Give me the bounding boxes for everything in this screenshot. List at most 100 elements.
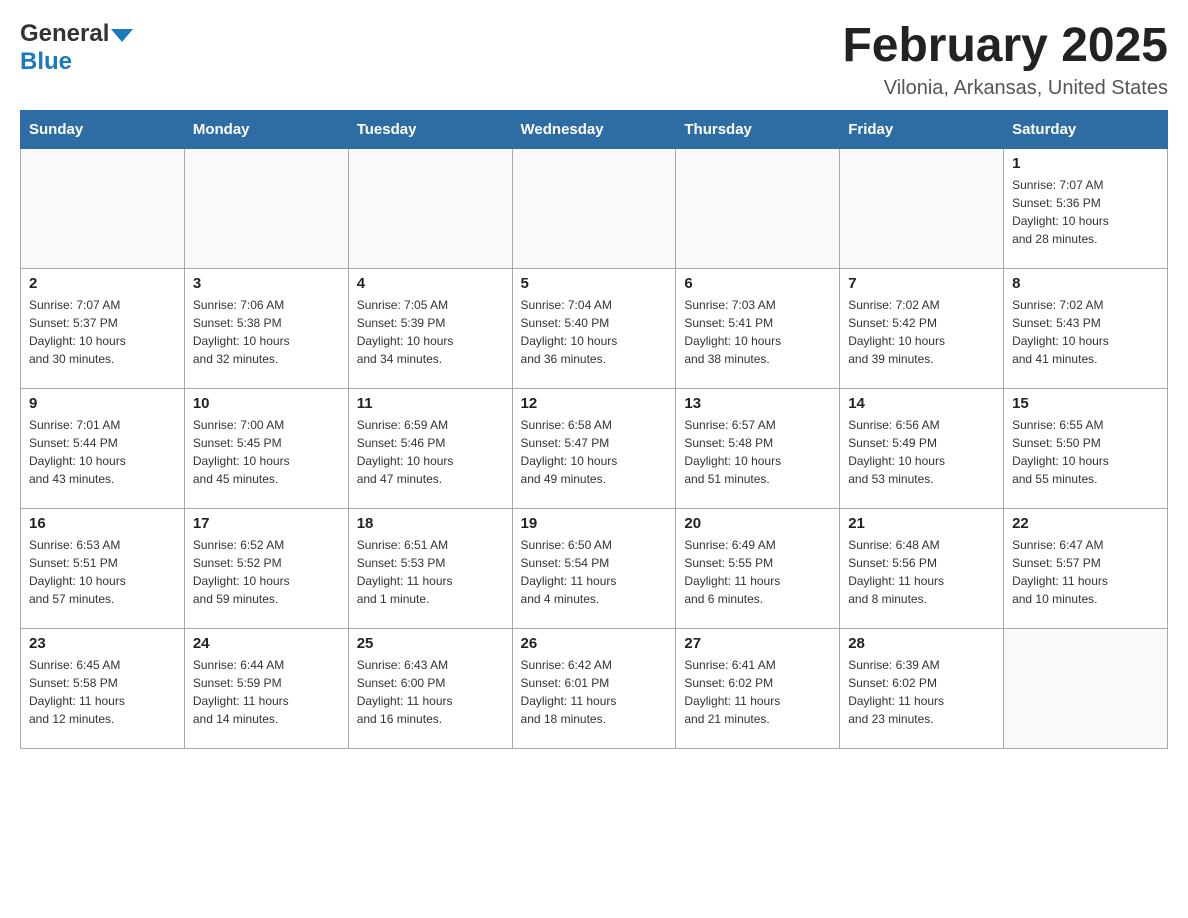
calendar-week-row: 16 Sunrise: 6:53 AMSunset: 5:51 PMDayligh… (21, 508, 1168, 628)
calendar-header-sunday: Sunday (21, 110, 185, 148)
calendar-cell: 7 Sunrise: 7:02 AMSunset: 5:42 PMDaylight… (840, 268, 1004, 388)
day-info: Sunrise: 6:45 AMSunset: 5:58 PMDaylight:… (29, 656, 176, 728)
day-info: Sunrise: 7:07 AMSunset: 5:36 PMDaylight:… (1012, 176, 1159, 248)
logo-general-text: General (20, 20, 109, 48)
day-info: Sunrise: 7:03 AMSunset: 5:41 PMDaylight:… (684, 296, 831, 368)
day-number: 3 (193, 275, 340, 292)
day-number: 15 (1012, 395, 1159, 412)
day-number: 8 (1012, 275, 1159, 292)
day-number: 7 (848, 275, 995, 292)
logo-triangle-icon (111, 29, 133, 42)
calendar-cell: 26 Sunrise: 6:42 AMSunset: 6:01 PMDayligh… (512, 628, 676, 748)
day-number: 5 (521, 275, 668, 292)
day-info: Sunrise: 6:43 AMSunset: 6:00 PMDaylight:… (357, 656, 504, 728)
day-info: Sunrise: 7:07 AMSunset: 5:37 PMDaylight:… (29, 296, 176, 368)
calendar-cell: 23 Sunrise: 6:45 AMSunset: 5:58 PMDayligh… (21, 628, 185, 748)
day-info: Sunrise: 6:44 AMSunset: 5:59 PMDaylight:… (193, 656, 340, 728)
day-number: 24 (193, 635, 340, 652)
calendar-cell: 10 Sunrise: 7:00 AMSunset: 5:45 PMDayligh… (184, 388, 348, 508)
calendar-header-wednesday: Wednesday (512, 110, 676, 148)
calendar-header-saturday: Saturday (1004, 110, 1168, 148)
calendar-cell: 8 Sunrise: 7:02 AMSunset: 5:43 PMDaylight… (1004, 268, 1168, 388)
day-number: 2 (29, 275, 176, 292)
calendar-week-row: 1 Sunrise: 7:07 AMSunset: 5:36 PMDaylight… (21, 148, 1168, 268)
day-number: 27 (684, 635, 831, 652)
day-number: 20 (684, 515, 831, 532)
day-number: 1 (1012, 155, 1159, 172)
day-info: Sunrise: 6:49 AMSunset: 5:55 PMDaylight:… (684, 536, 831, 608)
day-number: 6 (684, 275, 831, 292)
logo-blue-text: Blue (20, 48, 72, 75)
day-number: 14 (848, 395, 995, 412)
day-info: Sunrise: 7:05 AMSunset: 5:39 PMDaylight:… (357, 296, 504, 368)
day-number: 11 (357, 395, 504, 412)
day-info: Sunrise: 7:00 AMSunset: 5:45 PMDaylight:… (193, 416, 340, 488)
day-number: 18 (357, 515, 504, 532)
day-info: Sunrise: 6:51 AMSunset: 5:53 PMDaylight:… (357, 536, 504, 608)
day-number: 19 (521, 515, 668, 532)
main-title: February 2025 (842, 20, 1168, 73)
calendar-table: SundayMondayTuesdayWednesdayThursdayFrid… (20, 110, 1168, 749)
day-info: Sunrise: 6:41 AMSunset: 6:02 PMDaylight:… (684, 656, 831, 728)
calendar-week-row: 23 Sunrise: 6:45 AMSunset: 5:58 PMDayligh… (21, 628, 1168, 748)
calendar-cell: 3 Sunrise: 7:06 AMSunset: 5:38 PMDaylight… (184, 268, 348, 388)
day-info: Sunrise: 6:56 AMSunset: 5:49 PMDaylight:… (848, 416, 995, 488)
day-number: 26 (521, 635, 668, 652)
day-info: Sunrise: 6:47 AMSunset: 5:57 PMDaylight:… (1012, 536, 1159, 608)
logo: General Blue (20, 20, 133, 76)
calendar-cell: 2 Sunrise: 7:07 AMSunset: 5:37 PMDaylight… (21, 268, 185, 388)
day-info: Sunrise: 6:52 AMSunset: 5:52 PMDaylight:… (193, 536, 340, 608)
calendar-cell: 25 Sunrise: 6:43 AMSunset: 6:00 PMDayligh… (348, 628, 512, 748)
day-info: Sunrise: 6:57 AMSunset: 5:48 PMDaylight:… (684, 416, 831, 488)
calendar-cell (1004, 628, 1168, 748)
day-number: 10 (193, 395, 340, 412)
calendar-header-row: SundayMondayTuesdayWednesdayThursdayFrid… (21, 110, 1168, 148)
day-number: 23 (29, 635, 176, 652)
day-info: Sunrise: 7:06 AMSunset: 5:38 PMDaylight:… (193, 296, 340, 368)
page-header: General Blue February 2025 Vilonia, Arka… (20, 20, 1168, 100)
day-number: 16 (29, 515, 176, 532)
day-info: Sunrise: 6:39 AMSunset: 6:02 PMDaylight:… (848, 656, 995, 728)
day-info: Sunrise: 7:02 AMSunset: 5:43 PMDaylight:… (1012, 296, 1159, 368)
day-info: Sunrise: 6:50 AMSunset: 5:54 PMDaylight:… (521, 536, 668, 608)
calendar-cell: 22 Sunrise: 6:47 AMSunset: 5:57 PMDayligh… (1004, 508, 1168, 628)
calendar-cell (348, 148, 512, 268)
calendar-cell: 21 Sunrise: 6:48 AMSunset: 5:56 PMDayligh… (840, 508, 1004, 628)
day-info: Sunrise: 7:01 AMSunset: 5:44 PMDaylight:… (29, 416, 176, 488)
calendar-cell: 19 Sunrise: 6:50 AMSunset: 5:54 PMDayligh… (512, 508, 676, 628)
day-number: 13 (684, 395, 831, 412)
day-number: 25 (357, 635, 504, 652)
subtitle: Vilonia, Arkansas, United States (842, 77, 1168, 100)
calendar-cell: 12 Sunrise: 6:58 AMSunset: 5:47 PMDayligh… (512, 388, 676, 508)
calendar-cell: 15Sunrise: 6:55 AMSunset: 5:50 PMDayligh… (1004, 388, 1168, 508)
day-number: 21 (848, 515, 995, 532)
day-info: Sunrise: 6:48 AMSunset: 5:56 PMDaylight:… (848, 536, 995, 608)
calendar-header-thursday: Thursday (676, 110, 840, 148)
day-number: 12 (521, 395, 668, 412)
day-number: 4 (357, 275, 504, 292)
day-info: Sunrise: 7:02 AMSunset: 5:42 PMDaylight:… (848, 296, 995, 368)
calendar-cell: 11 Sunrise: 6:59 AMSunset: 5:46 PMDayligh… (348, 388, 512, 508)
calendar-cell (676, 148, 840, 268)
day-info: Sunrise: 6:59 AMSunset: 5:46 PMDaylight:… (357, 416, 504, 488)
calendar-header-monday: Monday (184, 110, 348, 148)
calendar-cell: 14 Sunrise: 6:56 AMSunset: 5:49 PMDayligh… (840, 388, 1004, 508)
calendar-header-friday: Friday (840, 110, 1004, 148)
day-info: Sunrise: 7:04 AMSunset: 5:40 PMDaylight:… (521, 296, 668, 368)
calendar-cell: 28Sunrise: 6:39 AMSunset: 6:02 PMDayligh… (840, 628, 1004, 748)
day-info: Sunrise: 6:53 AMSunset: 5:51 PMDaylight:… (29, 536, 176, 608)
calendar-cell: 27 Sunrise: 6:41 AMSunset: 6:02 PMDayligh… (676, 628, 840, 748)
calendar-cell: 5 Sunrise: 7:04 AMSunset: 5:40 PMDaylight… (512, 268, 676, 388)
calendar-cell (840, 148, 1004, 268)
calendar-cell: 20 Sunrise: 6:49 AMSunset: 5:55 PMDayligh… (676, 508, 840, 628)
calendar-cell: 17 Sunrise: 6:52 AMSunset: 5:52 PMDayligh… (184, 508, 348, 628)
day-info: Sunrise: 6:58 AMSunset: 5:47 PMDaylight:… (521, 416, 668, 488)
day-info: Sunrise: 6:42 AMSunset: 6:01 PMDaylight:… (521, 656, 668, 728)
calendar-cell: 18 Sunrise: 6:51 AMSunset: 5:53 PMDayligh… (348, 508, 512, 628)
day-number: 17 (193, 515, 340, 532)
calendar-cell: 16 Sunrise: 6:53 AMSunset: 5:51 PMDayligh… (21, 508, 185, 628)
calendar-cell (512, 148, 676, 268)
title-section: February 2025 Vilonia, Arkansas, United … (842, 20, 1168, 100)
calendar-cell: 6 Sunrise: 7:03 AMSunset: 5:41 PMDaylight… (676, 268, 840, 388)
day-number: 22 (1012, 515, 1159, 532)
